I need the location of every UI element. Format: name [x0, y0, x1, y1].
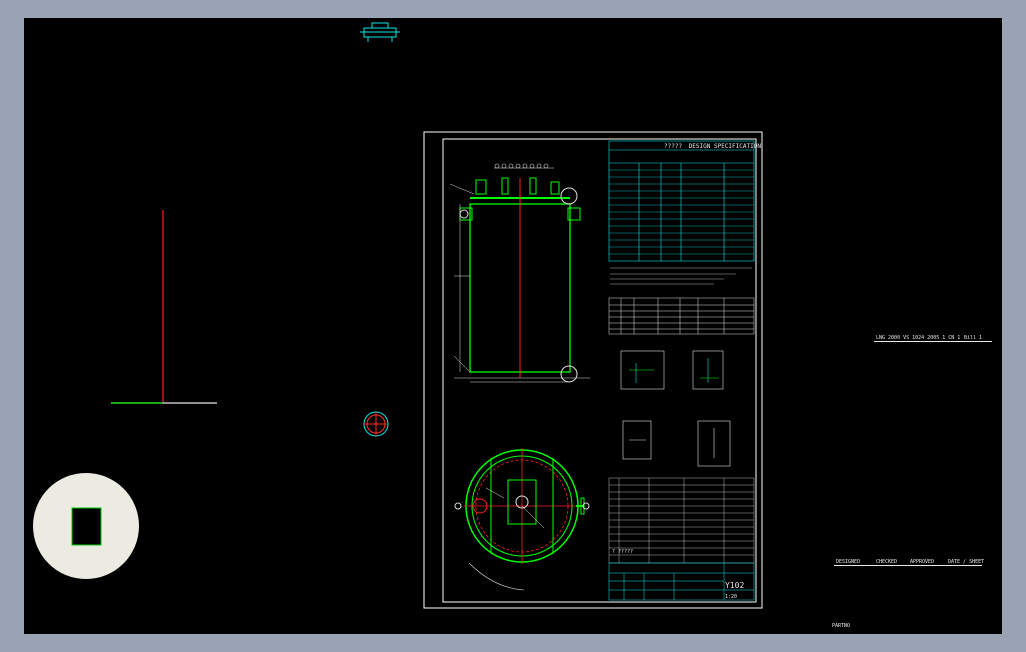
spec-table-title: ????? DESIGN SPECIFICATION [664, 143, 761, 150]
cad-drawing[interactable]: ????? DESIGN SPECIFICATION ? ????? Y102 … [24, 18, 1002, 634]
drawing-scale: 1:20 [725, 594, 737, 600]
revision-row: ? ????? [612, 549, 633, 555]
nozzle-table [608, 297, 755, 335]
manhole-symbol-icon [363, 411, 389, 437]
spec-title-text: DESIGN SPECIFICATION [689, 143, 762, 150]
design-spec-table [608, 140, 755, 262]
drawing-number: Y102 [725, 581, 744, 590]
ucs-axis-icon [111, 210, 217, 404]
model-space-canvas[interactable]: ????? DESIGN SPECIFICATION ? ????? Y102 … [24, 18, 1002, 634]
drawing-sheet[interactable]: ????? DESIGN SPECIFICATION ? ????? Y102 … [423, 131, 763, 609]
right-header-underline [874, 341, 992, 342]
weld-detail-views [620, 350, 731, 467]
vessel-plan-view [454, 448, 590, 591]
stamp-underline [834, 565, 982, 566]
technical-notes [610, 267, 752, 285]
spec-title-prefix: ????? [664, 143, 682, 150]
bottom-part-label: PARTNO [832, 623, 851, 629]
vessel-elevation-view [449, 163, 590, 383]
navigation-wheel-icon[interactable] [33, 473, 139, 579]
nozzle-block-icon [360, 22, 400, 42]
